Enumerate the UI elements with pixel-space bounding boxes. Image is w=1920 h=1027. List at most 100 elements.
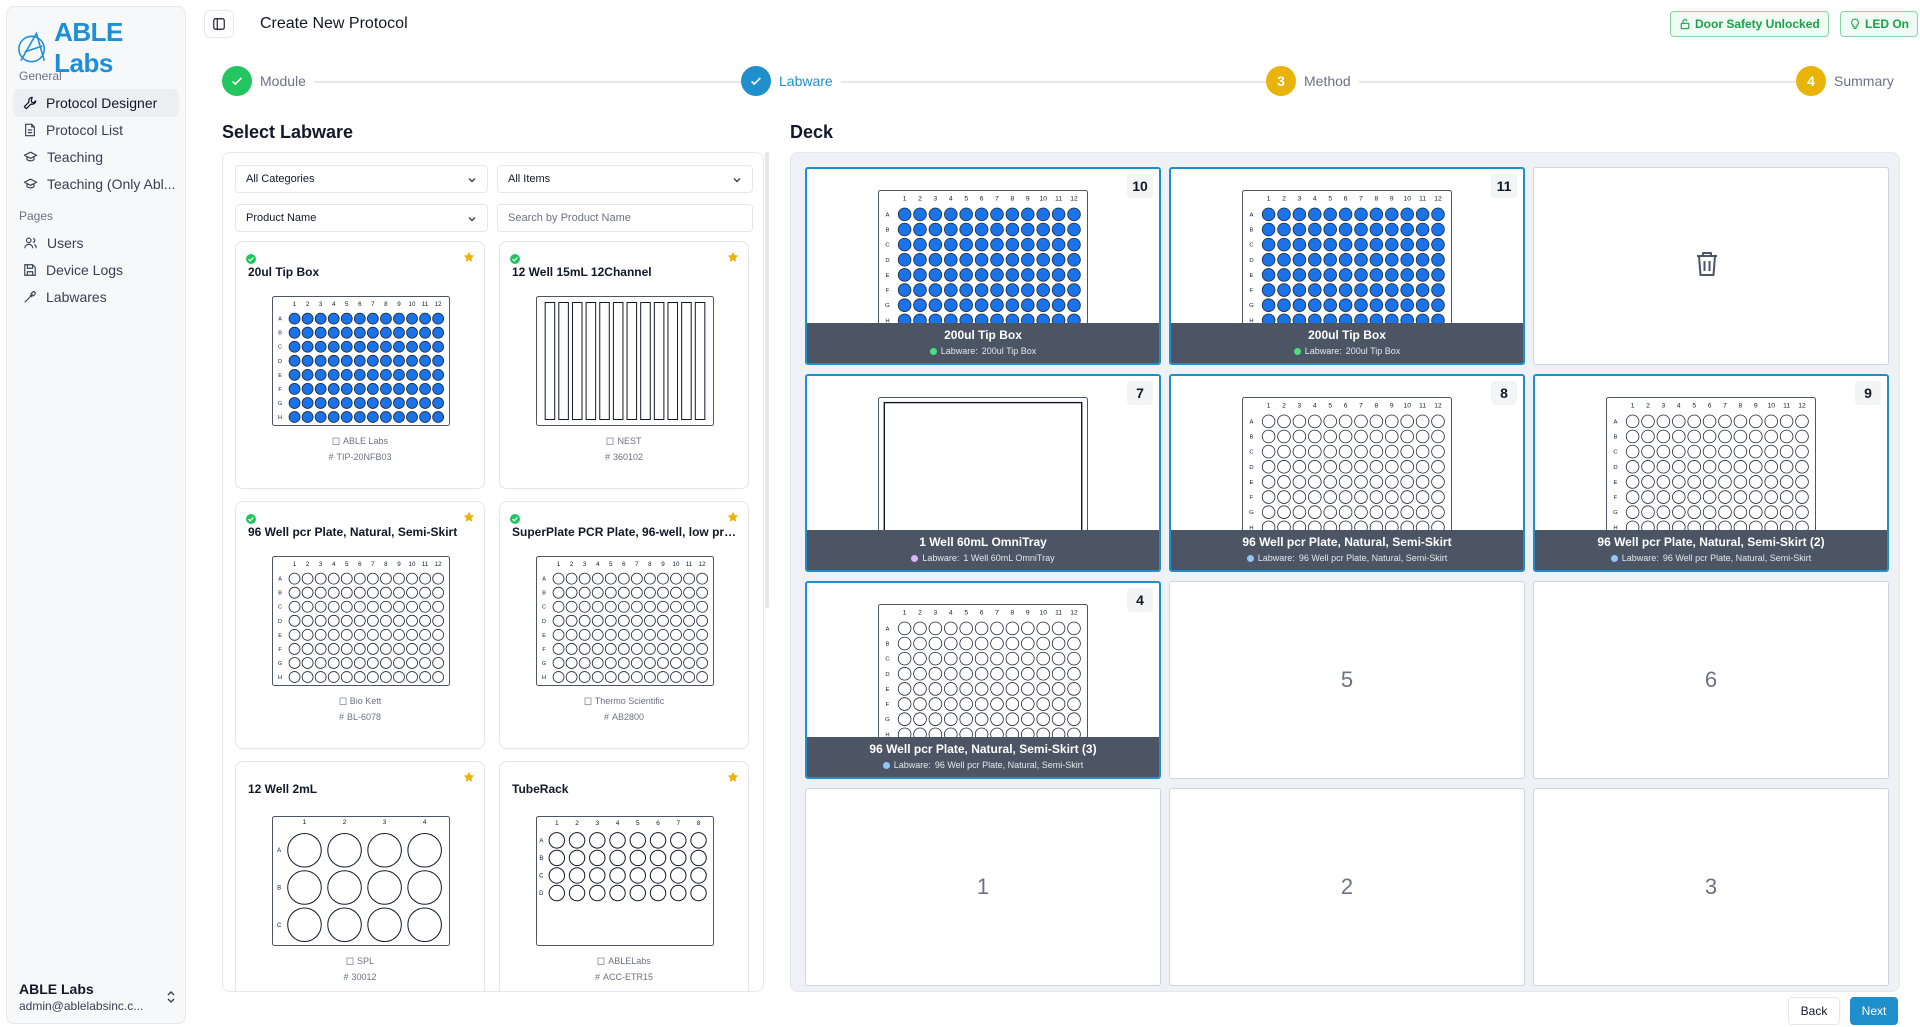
deck-slot-6[interactable]: 6 — [1533, 581, 1889, 779]
star-icon[interactable] — [727, 250, 739, 266]
sidebar-item-device-logs[interactable]: Device Logs — [13, 256, 179, 284]
deck-slot-1[interactable]: 1 — [805, 788, 1161, 986]
step-labware[interactable]: Labware — [741, 66, 841, 96]
star-icon[interactable] — [463, 250, 475, 266]
labware-scrollbar[interactable] — [765, 152, 769, 608]
labware-card[interactable]: TubeRack 1 2 3 4 5 6 7 8 A B C D ABLELabs # ACC-ETR15 — [499, 761, 749, 991]
well — [1277, 490, 1291, 504]
well — [1338, 444, 1353, 459]
well — [990, 621, 1004, 636]
labware-card[interactable]: SuperPlate PCR Plate, 96-well, low pro..… — [499, 501, 749, 749]
tip — [959, 222, 973, 237]
well — [683, 643, 695, 655]
well — [314, 614, 327, 627]
sidebar-item-labwares[interactable]: Labwares — [13, 283, 179, 311]
labware-card[interactable]: 12 Well 15mL 12Channel NEST #360102 — [499, 241, 749, 489]
well — [1764, 414, 1778, 429]
sidebar-item-protocol-list[interactable]: Protocol List — [13, 116, 179, 144]
well — [1021, 651, 1035, 666]
well — [288, 572, 301, 585]
product-search-input[interactable] — [497, 204, 753, 232]
deck-slot-2[interactable]: 2 — [1169, 788, 1525, 986]
well — [1764, 490, 1778, 504]
tip — [340, 354, 353, 367]
items-select[interactable]: All Items — [497, 165, 753, 193]
well — [380, 657, 392, 669]
well — [1625, 475, 1640, 489]
deck-slot-4[interactable]: 1 2 3 4 5 6 7 8 9 10 11 12 A B C D E F G H 4 96 Well pcr Plat… — [805, 581, 1161, 779]
well — [1369, 505, 1384, 519]
well — [990, 667, 1004, 681]
deck-slot-3[interactable]: 3 — [1533, 788, 1889, 986]
column-label: 7 — [371, 301, 375, 308]
deck-slot-7[interactable]: 71 Well 60mL OmniTray Labware: 1 Well 60mL… — [805, 374, 1161, 572]
category-select[interactable]: All Categories — [235, 165, 488, 193]
hash-icon: # — [604, 452, 610, 462]
tip — [1005, 283, 1020, 297]
deck-slot-5[interactable]: 5 — [1169, 581, 1525, 779]
sidebar-item-users[interactable]: Users — [13, 229, 179, 257]
sidebar-item-teaching-only-able[interactable]: Teaching (Only Abl... — [13, 170, 179, 198]
well — [617, 628, 630, 641]
well — [1400, 460, 1414, 474]
well — [1400, 414, 1414, 429]
well — [974, 697, 989, 711]
tip — [1400, 207, 1414, 222]
column-label: 7 — [635, 561, 639, 568]
tip — [1036, 298, 1050, 312]
column-label: 9 — [1754, 403, 1758, 410]
sort-field-select[interactable]: Product Name — [235, 204, 488, 232]
tip — [406, 368, 418, 381]
column-label: 6 — [980, 610, 984, 617]
well — [1718, 444, 1732, 459]
well — [327, 600, 340, 613]
well — [1292, 444, 1307, 459]
sidebar-item-teaching[interactable]: Teaching — [13, 143, 179, 171]
wrench-icon — [23, 96, 37, 110]
deck-slot-9[interactable]: 1 2 3 4 5 6 7 8 9 10 11 12 A B C D E F G H 9 96 Well pcr Plat… — [1533, 374, 1889, 572]
well — [696, 671, 709, 683]
next-button[interactable]: Next — [1850, 997, 1898, 1025]
well — [670, 586, 682, 599]
deck-slot-8[interactable]: 1 2 3 4 5 6 7 8 9 10 11 12 A B C D E F G H 8 96 Well pcr Plat… — [1169, 374, 1525, 572]
tip — [1415, 253, 1430, 267]
sidebar-toggle-button[interactable] — [204, 10, 234, 38]
step-summary[interactable]: 4 Summary — [1796, 66, 1902, 96]
user-menu[interactable]: ABLE Labs admin@ablelabsinc.c... — [19, 981, 179, 1013]
well — [928, 621, 943, 636]
back-button[interactable]: Back — [1788, 997, 1840, 1025]
tip — [406, 326, 418, 339]
labware-card[interactable]: 96 Well pcr Plate, Natural, Semi-Skirt 1 2… — [235, 501, 485, 749]
tip — [1036, 253, 1050, 267]
labware-card[interactable]: 12 Well 2mL 1 2 3 4 A B C SPL #30012 — [235, 761, 485, 991]
well — [683, 572, 695, 585]
tip — [1005, 298, 1020, 312]
sidebar-item-protocol-designer[interactable]: Protocol Designer — [13, 89, 179, 117]
row-label: G — [1249, 510, 1254, 516]
well — [1687, 475, 1701, 489]
tip — [1385, 298, 1399, 312]
labware-card[interactable]: 20ul Tip Box 1 2 3 4 5 6 7 8 9 10 11 12 A B C D E F G H ABLE … — [235, 241, 485, 489]
well — [367, 870, 402, 905]
star-icon[interactable] — [727, 510, 739, 526]
deck-slot-11[interactable]: 1 2 3 4 5 6 7 8 9 10 11 12 A B C D E F G H 11 200ul Tip Box La… — [1169, 167, 1525, 365]
well — [928, 667, 943, 681]
well — [419, 628, 431, 641]
panel-left-icon — [213, 18, 225, 30]
star-icon[interactable] — [463, 510, 475, 526]
column-label: 3 — [595, 820, 599, 827]
step-module[interactable]: Module — [222, 66, 314, 96]
tip — [1292, 268, 1307, 282]
step-method[interactable]: 3 Method — [1266, 66, 1359, 96]
deck-slot-10[interactable]: 1 2 3 4 5 6 7 8 9 10 11 12 A B C D E F G H 10 200ul Tip Box La… — [805, 167, 1161, 365]
well — [1415, 444, 1430, 459]
tip — [366, 354, 379, 367]
slot-title: 96 Well pcr Plate, Natural, Semi-Skirt (… — [869, 742, 1097, 756]
tube-slot — [649, 832, 667, 849]
well — [1795, 505, 1809, 519]
well — [604, 572, 617, 585]
row-label: G — [542, 661, 546, 667]
well — [1733, 490, 1748, 504]
column-label: 7 — [676, 820, 680, 827]
deck-slot-12[interactable] — [1533, 167, 1889, 365]
